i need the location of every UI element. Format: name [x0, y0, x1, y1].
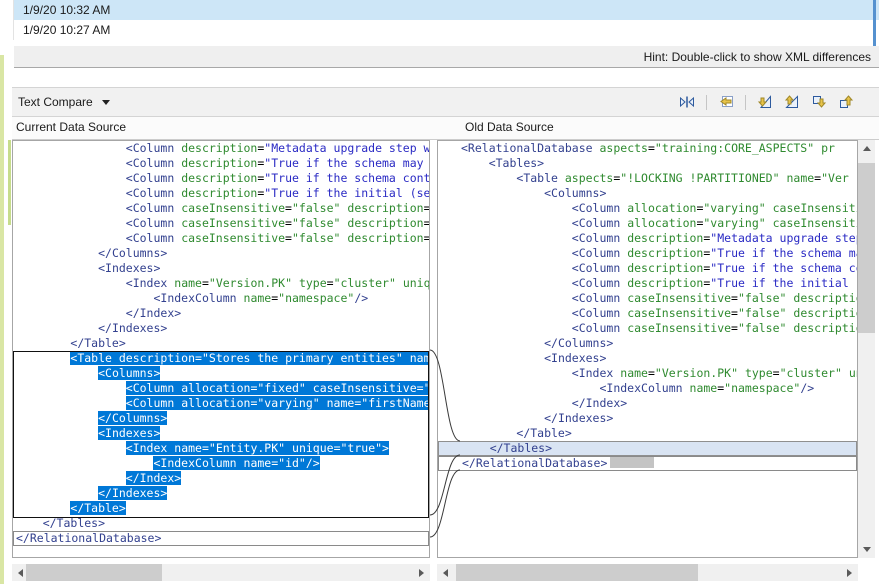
code-line: </RelationalDatabase>	[13, 531, 429, 546]
copy-change-right-to-left-button[interactable]	[715, 91, 737, 113]
code-line: </Columns>	[13, 411, 429, 426]
previous-difference-icon	[784, 94, 800, 110]
previous-change-button[interactable]	[835, 91, 857, 113]
code-line: <Index name="Version.PK" type="cluster" …	[438, 366, 857, 381]
scroll-left-button[interactable]	[437, 564, 454, 581]
code-line: <Column description="True if the initial…	[13, 186, 429, 201]
code-line: <RelationalDatabase aspects="training:CO…	[438, 141, 857, 156]
code-line: <Column caseInsensitive="false" descript…	[438, 321, 857, 336]
code-line: </Tables>	[438, 441, 857, 456]
code-line: <Column caseInsensitive="false" descript…	[438, 291, 857, 306]
toolbar-icons	[676, 91, 857, 113]
code-line: <Column description="Metadata upgrade st…	[13, 141, 429, 156]
previous-difference-button[interactable]	[781, 91, 803, 113]
structure-pane-scroll-thumb[interactable]	[873, 0, 876, 46]
compare-toolbar: Text Compare	[12, 87, 879, 117]
code-line: <Column caseInsensitive="false" descript…	[13, 216, 429, 231]
code-line: <Indexes>	[13, 261, 429, 276]
scroll-down-button[interactable]	[858, 541, 875, 558]
chevron-down-icon	[102, 100, 110, 105]
code-line: <Index name="Entity.PK" unique="true">	[13, 441, 429, 456]
change-annotation-strip	[8, 140, 11, 225]
code-line: </Table>	[438, 426, 857, 441]
code-line: </Index>	[438, 396, 857, 411]
code-line: </Table>	[13, 501, 429, 516]
empty-range-marker	[610, 457, 654, 468]
next-difference-icon	[757, 94, 773, 110]
left-horizontal-scroll-thumb[interactable]	[26, 564, 162, 581]
code-line: </Tables>	[13, 516, 429, 531]
arrow-left-icon	[443, 569, 448, 577]
vertical-scrollbar[interactable]	[858, 140, 875, 558]
code-line: <Column allocation="varying" caseInsensi…	[438, 201, 857, 216]
next-difference-button[interactable]	[754, 91, 776, 113]
copy-change-right-to-left-icon	[718, 94, 734, 110]
code-line: </Indexes>	[13, 486, 429, 501]
code-line: <Column allocation="varying" name="first…	[13, 396, 429, 411]
code-line: </Columns>	[438, 336, 857, 351]
code-line: <Indexes>	[13, 426, 429, 441]
scroll-right-button[interactable]	[841, 564, 858, 581]
code-line: <Column description="True if the schema …	[438, 261, 857, 276]
code-line: </RelationalDatabase>	[438, 456, 857, 471]
toolbar-separator	[745, 95, 746, 110]
hint-bar: Hint: Double-click to show XML differenc…	[14, 46, 879, 68]
code-line: <Table aspects="!LOCKING !PARTITIONED" n…	[438, 171, 857, 186]
code-line: <Column description="True if the schema …	[13, 156, 429, 171]
code-line: <Columns>	[13, 366, 429, 381]
swap-left-and-right-icon	[679, 94, 695, 110]
scroll-right-button[interactable]	[413, 564, 430, 581]
code-line: <IndexColumn name="id"/>	[13, 456, 429, 471]
code-line: <Table description="Stores the primary e…	[13, 351, 429, 366]
code-line: </Indexes>	[438, 411, 857, 426]
arrow-right-icon	[419, 569, 424, 577]
code-line: <Column caseInsensitive="false" descript…	[13, 201, 429, 216]
arrow-down-icon	[863, 547, 871, 552]
right-horizontal-scroll-thumb[interactable]	[456, 564, 698, 581]
annotation-strip	[0, 55, 4, 584]
next-change-button[interactable]	[808, 91, 830, 113]
left-code-pane[interactable]: <Column description="Metadata upgrade st…	[12, 140, 430, 558]
code-line: <Column description="True if the schema …	[438, 246, 857, 261]
vertical-scroll-thumb[interactable]	[858, 163, 875, 333]
swap-left-and-right-button[interactable]	[676, 91, 698, 113]
scroll-up-button[interactable]	[858, 140, 875, 157]
arrow-right-icon	[847, 569, 852, 577]
history-row[interactable]: 1/9/20 10:27 AM	[14, 20, 879, 40]
left-pane-title: Current Data Source	[16, 120, 126, 134]
code-line: <Column description="True if the schema …	[13, 171, 429, 186]
code-line: <Column description="True if the initial…	[438, 276, 857, 291]
hint-text: Hint: Double-click to show XML differenc…	[644, 50, 871, 64]
right-horizontal-scrollbar[interactable]	[437, 564, 858, 581]
next-change-icon	[811, 94, 827, 110]
pane-headers: Current Data Source Old Data Source	[12, 117, 879, 140]
history-list: 1/9/20 10:32 AM1/9/20 10:27 AM	[13, 0, 879, 40]
code-line: <Columns>	[438, 186, 857, 201]
code-line: <Index name="Version.PK" type="cluster" …	[13, 276, 429, 291]
arrow-left-icon	[18, 569, 23, 577]
code-line: </Index>	[13, 306, 429, 321]
code-line: <IndexColumn name="namespace"/>	[13, 291, 429, 306]
code-line: </Index>	[13, 471, 429, 486]
history-row[interactable]: 1/9/20 10:32 AM	[14, 0, 879, 20]
code-line: <IndexColumn name="namespace"/>	[438, 381, 857, 396]
code-line: <Column allocation="varying" caseInsensi…	[438, 216, 857, 231]
code-line: <Tables>	[438, 156, 857, 171]
code-line: <Column allocation="fixed" caseInsensiti…	[13, 381, 429, 396]
left-horizontal-scrollbar[interactable]	[12, 564, 430, 581]
code-line: <Column caseInsensitive="false" descript…	[438, 306, 857, 321]
code-line: <Indexes>	[438, 351, 857, 366]
right-code-pane[interactable]: <RelationalDatabase aspects="training:CO…	[437, 140, 858, 558]
code-line: </Columns>	[13, 246, 429, 261]
arrow-up-icon	[863, 146, 871, 151]
toolbar-separator	[706, 95, 707, 110]
viewer-dropdown[interactable]: Text Compare	[12, 95, 120, 109]
code-line: </Table>	[13, 336, 429, 351]
previous-change-icon	[838, 94, 854, 110]
code-line: <Column caseInsensitive="false" descript…	[13, 231, 429, 246]
right-pane-title: Old Data Source	[465, 120, 554, 134]
code-line: </Indexes>	[13, 321, 429, 336]
viewer-dropdown-label: Text Compare	[18, 95, 93, 109]
code-line: <Column description="Metadata upgrade st…	[438, 231, 857, 246]
